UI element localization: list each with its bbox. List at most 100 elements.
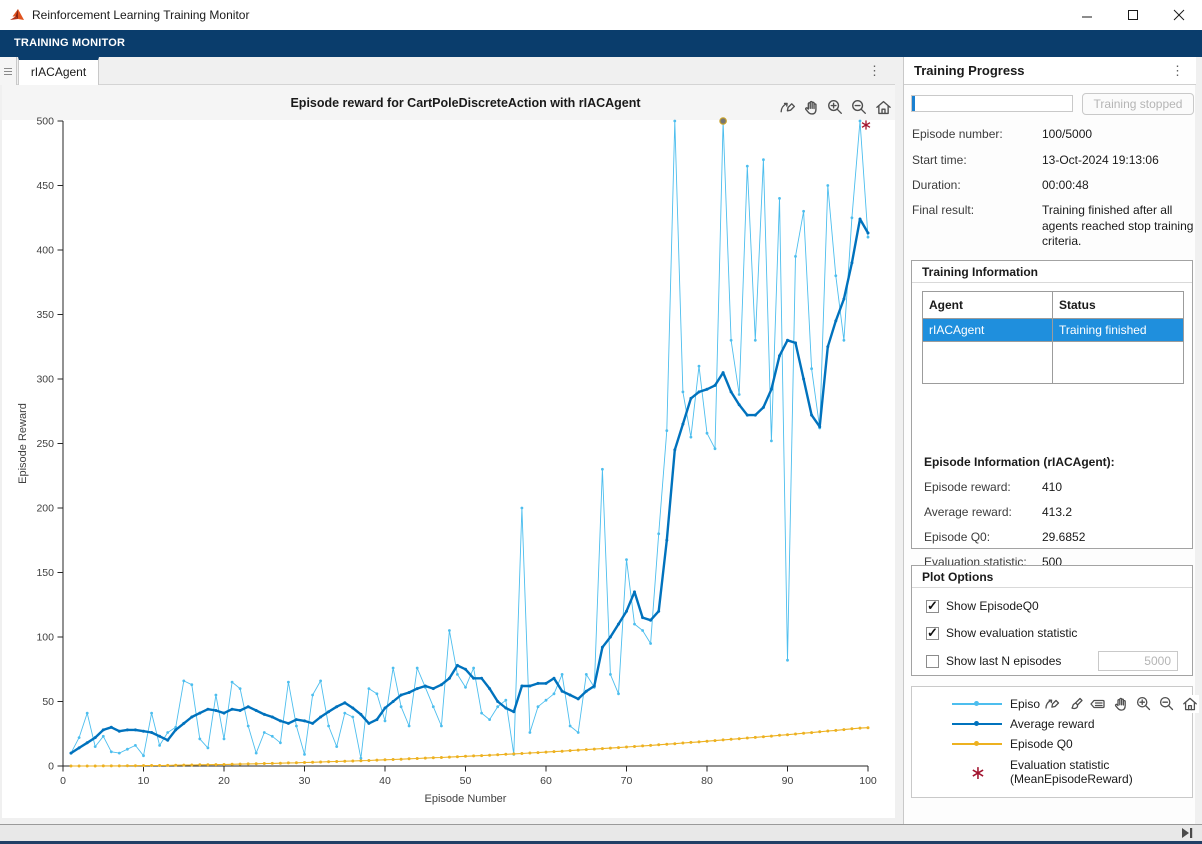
start-time-label: Start time: <box>912 153 967 167</box>
svg-text:200: 200 <box>36 503 54 515</box>
episode-q0-label: Episode Q0: <box>924 530 990 544</box>
svg-text:100: 100 <box>859 775 877 787</box>
restore-view-icon[interactable] <box>874 98 893 117</box>
show-evaluation-statistic-checkbox[interactable] <box>926 627 939 640</box>
brush-icon[interactable] <box>1066 695 1084 713</box>
final-result-value: Training finished after all agents reach… <box>1042 203 1197 250</box>
svg-text:0: 0 <box>60 775 66 787</box>
legend-box: Episode reward Average reward Episode Q0… <box>911 686 1193 798</box>
episode-number-row: Episode number: 100/5000 <box>912 127 1194 141</box>
toolstrip: TRAINING MONITOR <box>0 30 1202 57</box>
legend-item-average-reward[interactable]: Average reward <box>952 717 1095 731</box>
show-episodeq0-checkbox[interactable] <box>926 600 939 613</box>
svg-text:Episode Reward: Episode Reward <box>17 403 29 484</box>
tabstrip-menu-icon[interactable]: ⋮ <box>868 64 881 77</box>
tab-training-monitor[interactable]: TRAINING MONITOR <box>8 30 131 57</box>
average-reward-row: Average reward: 413.2 <box>924 505 1184 519</box>
show-last-n-episodes-option[interactable]: Show last N episodes <box>926 654 1061 668</box>
show-last-n-episodes-checkbox[interactable] <box>926 655 939 668</box>
zoom-in-icon[interactable] <box>826 98 845 117</box>
average-reward-value: 413.2 <box>1042 505 1197 521</box>
svg-text:Episode reward for CartPoleDis: Episode reward for CartPoleDiscreteActio… <box>290 96 641 110</box>
show-evaluation-statistic-option[interactable]: Show evaluation statistic <box>926 626 1077 640</box>
svg-text:50: 50 <box>42 696 54 708</box>
episode-reward-row: Episode reward: 410 <box>924 480 1184 494</box>
matlab-logo-icon <box>9 7 25 27</box>
legend-item-episode-q0[interactable]: Episode Q0 <box>952 737 1073 751</box>
close-button[interactable] <box>1156 0 1202 30</box>
svg-text:500: 500 <box>36 116 54 128</box>
plot-options-title: Plot Options <box>912 566 1192 588</box>
legend-label: Evaluation statistic (MeanEpisodeReward) <box>1010 758 1133 786</box>
svg-text:90: 90 <box>782 775 794 787</box>
svg-text:100: 100 <box>36 632 54 644</box>
training-information-title: Training Information <box>912 261 1192 283</box>
svg-text:10: 10 <box>138 775 150 787</box>
svg-text:50: 50 <box>460 775 472 787</box>
final-result-row: Final result: Training finished after al… <box>912 203 1194 217</box>
svg-text:Episode Number: Episode Number <box>425 793 507 805</box>
episode-number-label: Episode number: <box>912 127 1003 141</box>
chart-panel: Episode reward for CartPoleDiscreteActio… <box>2 85 895 818</box>
legend-label: Episode Q0 <box>1010 737 1073 751</box>
start-time-row: Start time: 13-Oct-2024 19:13:06 <box>912 153 1194 167</box>
skip-to-end-icon[interactable] <box>1180 827 1194 839</box>
restore-view-icon[interactable] <box>1181 695 1199 713</box>
zoom-out-icon[interactable] <box>1158 695 1176 713</box>
svg-text:250: 250 <box>36 438 54 450</box>
svg-text:70: 70 <box>621 775 633 787</box>
panel-menu-icon[interactable]: ⋮ <box>1171 64 1184 77</box>
maximize-button[interactable] <box>1110 0 1156 30</box>
export-plot-icon[interactable] <box>778 98 797 117</box>
n-episodes-input[interactable] <box>1098 651 1178 671</box>
training-information-group: Training Information Agent Status rIACAg… <box>911 260 1193 549</box>
episode-reward-value: 410 <box>1042 480 1197 496</box>
status-column-header: Status <box>1053 292 1184 319</box>
svg-text:40: 40 <box>379 775 391 787</box>
agent-cell[interactable]: rIACAgent <box>923 319 1053 342</box>
average-reward-label: Average reward: <box>924 505 1012 519</box>
titlebar: Reinforcement Learning Training Monitor <box>0 0 1202 30</box>
agents-table[interactable]: Agent Status rIACAgent Training finished <box>922 291 1184 384</box>
training-progress-bar <box>911 95 1073 112</box>
svg-text:150: 150 <box>36 567 54 579</box>
export-plot-icon[interactable] <box>1043 695 1061 713</box>
final-result-label: Final result: <box>912 203 974 217</box>
panel-grip-icon[interactable] <box>0 57 17 85</box>
zoom-in-icon[interactable] <box>1135 695 1153 713</box>
svg-text:60: 60 <box>540 775 552 787</box>
training-stopped-button[interactable]: Training stopped <box>1082 93 1194 115</box>
agent-column-header: Agent <box>923 292 1053 319</box>
minimize-button[interactable] <box>1064 0 1110 30</box>
document-tabstrip: rIACAgent ⋮ <box>0 57 895 85</box>
tab-rlacagent[interactable]: rIACAgent <box>18 57 99 85</box>
legend-item-evaluation-statistic[interactable]: ∗ Evaluation statistic (MeanEpisodeRewar… <box>952 758 1133 786</box>
table-row[interactable]: rIACAgent Training finished <box>923 319 1184 342</box>
plot-options-group: Plot Options Show EpisodeQ0 Show evaluat… <box>911 565 1193 676</box>
app-window: Reinforcement Learning Training Monitor … <box>0 0 1202 844</box>
duration-value: 00:00:48 <box>1042 178 1197 194</box>
datatip-icon[interactable] <box>1089 695 1107 713</box>
panel-header: Training Progress ⋮ <box>904 57 1196 85</box>
show-episodeq0-option[interactable]: Show EpisodeQ0 <box>926 599 1039 613</box>
svg-text:400: 400 <box>36 245 54 257</box>
pan-icon[interactable] <box>802 98 821 117</box>
svg-text:300: 300 <box>36 374 54 386</box>
show-last-n-episodes-label: Show last N episodes <box>946 654 1061 668</box>
show-evaluation-statistic-label: Show evaluation statistic <box>946 626 1077 640</box>
pan-icon[interactable] <box>1112 695 1130 713</box>
svg-text:350: 350 <box>36 309 54 321</box>
episode-number-value: 100/5000 <box>1042 127 1197 143</box>
legend-label: Average reward <box>1010 717 1095 731</box>
episode-q0-row: Episode Q0: 29.6852 <box>924 530 1184 544</box>
reward-chart[interactable]: Episode reward for CartPoleDiscreteActio… <box>2 85 895 818</box>
status-cell[interactable]: Training finished <box>1053 319 1184 342</box>
zoom-out-icon[interactable] <box>850 98 869 117</box>
asterisk-marker-icon: ∗ <box>970 762 986 785</box>
duration-row: Duration: 00:00:48 <box>912 178 1194 192</box>
episode-reward-label: Episode reward: <box>924 480 1011 494</box>
svg-text:20: 20 <box>218 775 230 787</box>
legend-axes-toolbar <box>1040 695 1199 713</box>
episode-q0-value: 29.6852 <box>1042 530 1197 546</box>
svg-text:30: 30 <box>299 775 311 787</box>
